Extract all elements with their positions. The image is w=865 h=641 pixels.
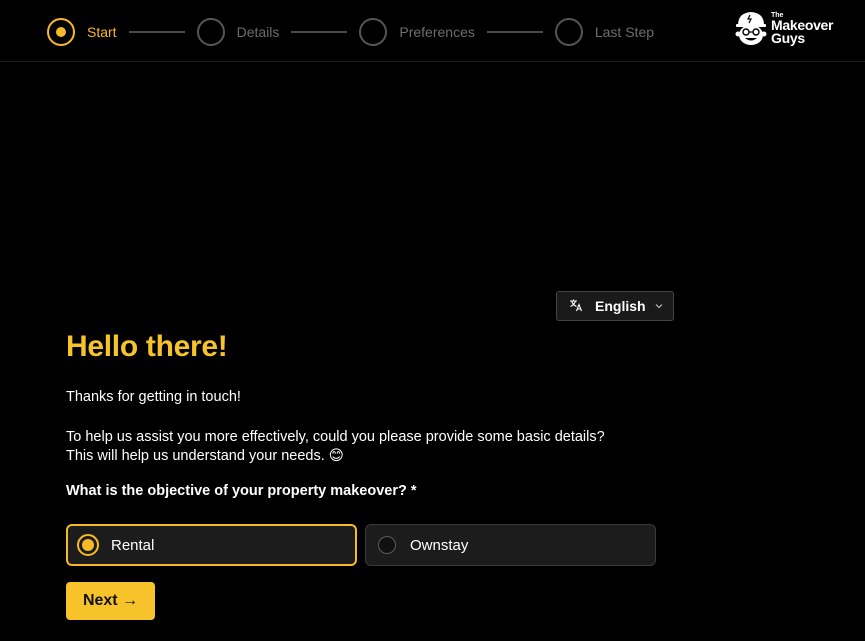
- brand-line2: Guys: [771, 29, 805, 46]
- brand-logo: The Makeover Guys: [733, 8, 853, 48]
- chevron-down-icon: [655, 301, 663, 311]
- mascot-face-icon: [735, 12, 767, 45]
- step-connector: [486, 30, 543, 33]
- radio-dot: [82, 539, 94, 551]
- option-rental[interactable]: Rental: [66, 524, 357, 566]
- intro-text: Thanks for getting in touch!: [66, 389, 241, 405]
- question-label: What is the objective of your property m…: [66, 483, 417, 499]
- step-connector: [128, 30, 185, 33]
- step-label: Preferences: [399, 23, 475, 40]
- step-indicator: [554, 17, 583, 46]
- option-ownstay[interactable]: Ownstay: [365, 524, 656, 566]
- language-select[interactable]: English: [556, 291, 674, 321]
- option-label: Rental: [111, 536, 155, 554]
- step-label: Details: [236, 23, 280, 40]
- step-indicator: [196, 17, 225, 46]
- step-last-step: Last Step: [554, 17, 655, 46]
- option-label: Ownstay: [410, 536, 469, 554]
- step-connector: [291, 30, 348, 33]
- next-button[interactable]: Next →: [66, 582, 155, 620]
- form-content: Hello there! Thanks for getting in touch…: [66, 330, 666, 499]
- page-title: Hello there!: [66, 330, 228, 363]
- progress-stepper: Start Details Preferences Last Step: [47, 17, 654, 46]
- brand-wordmark: The Makeover Guys: [771, 12, 834, 46]
- top-bar: Start Details Preferences Last Step The …: [0, 0, 865, 62]
- step-start: Start: [47, 17, 117, 46]
- step-details: Details: [196, 17, 280, 46]
- step-indicator: [359, 17, 388, 46]
- step-label: Start: [87, 23, 117, 40]
- description-text: To help us assist you more effectively, …: [66, 429, 605, 464]
- step-label: Last Step: [594, 23, 655, 40]
- radio-selected[interactable]: [77, 534, 99, 556]
- step-active-dot: [56, 26, 66, 37]
- radio-unselected[interactable]: [378, 536, 396, 554]
- translate-icon: [569, 298, 585, 315]
- step-indicator: [47, 17, 75, 46]
- language-label: English: [595, 298, 646, 314]
- step-preferences: Preferences: [359, 17, 475, 46]
